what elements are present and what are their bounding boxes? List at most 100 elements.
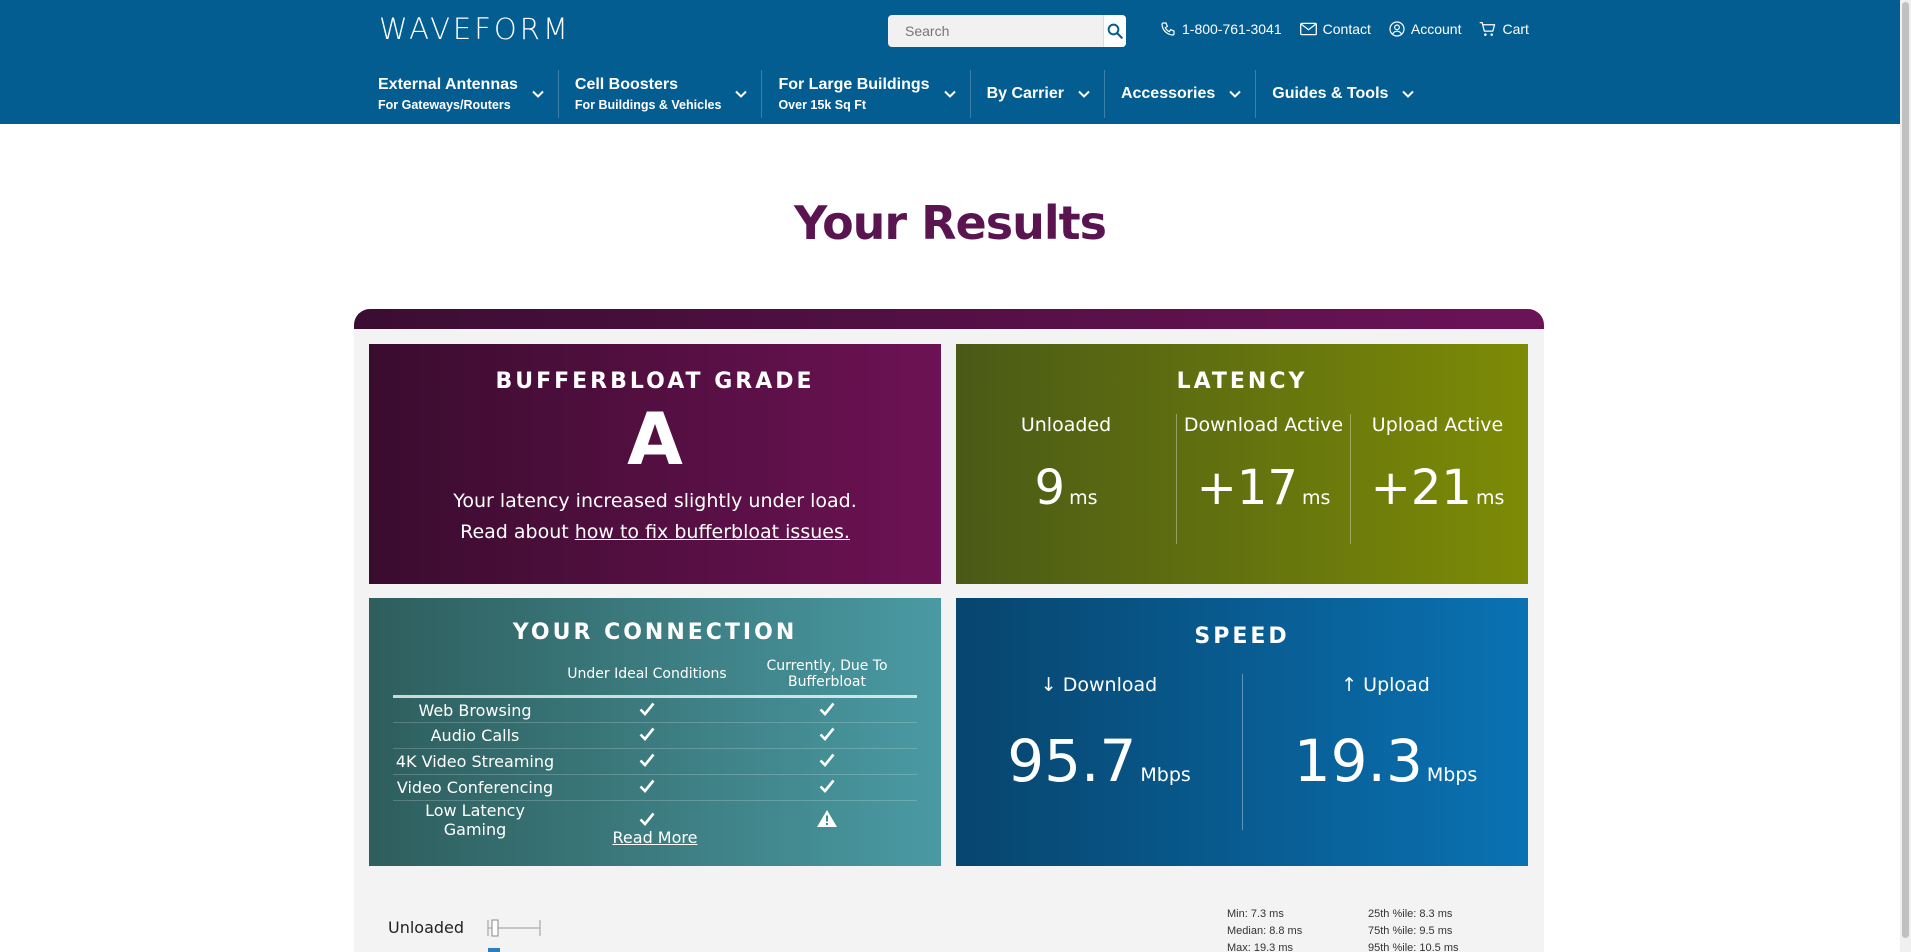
stat-min: Min: 7.3 ms	[1227, 908, 1284, 920]
ideal-cell	[557, 722, 737, 749]
speed-value: 95.7	[1007, 727, 1137, 795]
nav-sublabel: Over 15k Sq Ft	[778, 98, 866, 112]
cart-link[interactable]: Cart	[1479, 21, 1529, 37]
stats-left: Min: 7.3 ms Median: 8.8 ms Max: 19.3 ms	[1227, 906, 1302, 952]
check-icon	[819, 779, 835, 793]
table-row: Web Browsing	[393, 696, 917, 723]
search-input[interactable]	[888, 15, 1103, 47]
search-button[interactable]	[1103, 15, 1126, 47]
cart-label: Cart	[1502, 21, 1529, 37]
connection-table: Under Ideal Conditions Currently, Due To…	[393, 658, 917, 839]
scrollbar-thumb[interactable]	[1902, 2, 1909, 938]
utility-links: 1-800-761-3041 Contact Account Cart	[1160, 21, 1529, 37]
nav-label: External Antennas	[378, 76, 518, 93]
stats-label: Unloaded	[388, 918, 465, 937]
speed-download: ↓ Download 95.7 Mbps	[956, 674, 1242, 830]
fix-bufferbloat-link[interactable]: how to fix bufferbloat issues.	[575, 521, 850, 543]
service-name: Video Conferencing	[393, 774, 557, 801]
ideal-cell	[557, 774, 737, 801]
latency-card: LATENCY Unloaded 9 ms Download Active +17…	[956, 344, 1528, 584]
search-icon	[1107, 23, 1123, 39]
chevron-down-icon	[735, 90, 748, 98]
nav-large-buildings[interactable]: For Large Buildings Over 15k Sq Ft	[778, 70, 971, 118]
read-about-prefix: Read about	[460, 521, 575, 543]
grade-message: Your latency increased slightly under lo…	[453, 490, 857, 512]
nav-label: By Carrier	[986, 85, 1064, 102]
latency-label: Unloaded	[1020, 414, 1112, 436]
page-title: Your Results	[793, 196, 1107, 250]
latency-columns: Unloaded 9 ms Download Active +17 ms Uploa…	[956, 414, 1528, 544]
latency-download-active: Download Active +17 ms	[1176, 414, 1350, 544]
logo[interactable]: WAVEFORM	[379, 12, 571, 46]
nav-label: Cell Boosters	[574, 76, 679, 93]
latency-label: Upload Active	[1371, 414, 1504, 436]
latency-unit: ms	[1069, 487, 1098, 509]
read-more-link[interactable]: Read More	[369, 828, 941, 847]
chevron-down-icon	[1402, 90, 1415, 98]
latency-value: 9	[1034, 460, 1066, 516]
latency-value: +17	[1196, 460, 1298, 516]
speed-unit: Mbps	[1426, 764, 1478, 786]
warning-icon	[817, 809, 837, 827]
scrollbar[interactable]	[1900, 0, 1911, 952]
nav-sublabel: For Buildings & Vehicles	[574, 98, 722, 112]
stats-right: 25th %ile: 8.3 ms 75th %ile: 9.5 ms 95th…	[1368, 906, 1459, 952]
card-heading: BUFFERBLOAT GRADE	[495, 369, 815, 394]
account-label: Account	[1410, 21, 1462, 37]
latency-unloaded: Unloaded 9 ms	[956, 414, 1176, 544]
speed-label: ↑ Upload	[1341, 674, 1430, 696]
user-icon	[1389, 21, 1405, 37]
nav-accessories[interactable]: Accessories	[1120, 70, 1257, 118]
speed-upload: ↑ Upload 19.3 Mbps	[1242, 674, 1528, 830]
speed-unit: Mbps	[1140, 764, 1191, 786]
main-nav: External Antennas For Gateways/Routers C…	[378, 70, 1444, 118]
ideal-cell	[557, 748, 737, 775]
nav-by-carrier[interactable]: By Carrier	[987, 70, 1105, 118]
phone-link[interactable]: 1-800-761-3041	[1160, 21, 1282, 37]
current-cell	[737, 774, 917, 801]
check-icon	[639, 727, 655, 741]
chevron-down-icon	[1229, 90, 1241, 98]
card-heading: YOUR CONNECTION	[512, 620, 798, 645]
latency-unit: ms	[1475, 487, 1505, 509]
stat-median: Median: 8.8 ms	[1227, 925, 1303, 937]
account-link[interactable]: Account	[1389, 21, 1462, 37]
phone-number: 1-800-761-3041	[1182, 21, 1282, 37]
nav-cell-boosters[interactable]: Cell Boosters For Buildings & Vehicles	[575, 70, 763, 118]
contact-link[interactable]: Contact	[1299, 21, 1371, 37]
results-top-bar	[354, 309, 1544, 329]
current-cell	[737, 748, 917, 775]
bufferbloat-grade-card: BUFFERBLOAT GRADE A Your latency increas…	[369, 344, 941, 584]
latency-upload-active: Upload Active +21 ms	[1350, 414, 1524, 544]
site-header: WAVEFORM 1-800-761-3041 Contact Account …	[0, 0, 1900, 124]
check-icon	[819, 702, 835, 716]
nav-label: For Large Buildings	[778, 76, 930, 93]
table-row: Video Conferencing	[393, 774, 917, 801]
latency-unit: ms	[1301, 487, 1331, 509]
table-row: 4K Video Streaming	[393, 748, 917, 775]
nav-label: Guides & Tools	[1272, 85, 1389, 102]
service-name: Audio Calls	[393, 722, 557, 749]
check-icon	[819, 727, 835, 741]
nav-external-antennas[interactable]: External Antennas For Gateways/Routers	[378, 70, 559, 118]
connection-card: YOUR CONNECTION Under Ideal Conditions C…	[369, 598, 941, 866]
cart-icon	[1480, 21, 1496, 36]
speed-value: 19.3	[1293, 727, 1423, 795]
ideal-cell	[557, 696, 737, 723]
speed-columns: ↓ Download 95.7 Mbps ↑ Upload 19.3 Mbps	[956, 674, 1528, 830]
chevron-down-icon	[532, 90, 544, 98]
latency-label: Download Active	[1183, 414, 1344, 436]
grade-read-about: Read about how to fix bufferbloat issues…	[369, 521, 941, 543]
grade-value: A	[627, 397, 683, 481]
table-row: Audio Calls	[393, 722, 917, 749]
check-icon	[639, 753, 655, 767]
check-icon	[819, 753, 835, 767]
card-heading: SPEED	[1194, 624, 1290, 649]
search-box	[888, 15, 1126, 47]
check-icon	[639, 812, 655, 826]
column-header-current: Currently, Due To Bufferbloat	[737, 658, 917, 698]
nav-label: Accessories	[1120, 85, 1216, 102]
nav-guides-tools[interactable]: Guides & Tools	[1272, 70, 1428, 118]
current-cell	[737, 696, 917, 723]
stat-max: Max: 19.3 ms	[1227, 942, 1294, 952]
